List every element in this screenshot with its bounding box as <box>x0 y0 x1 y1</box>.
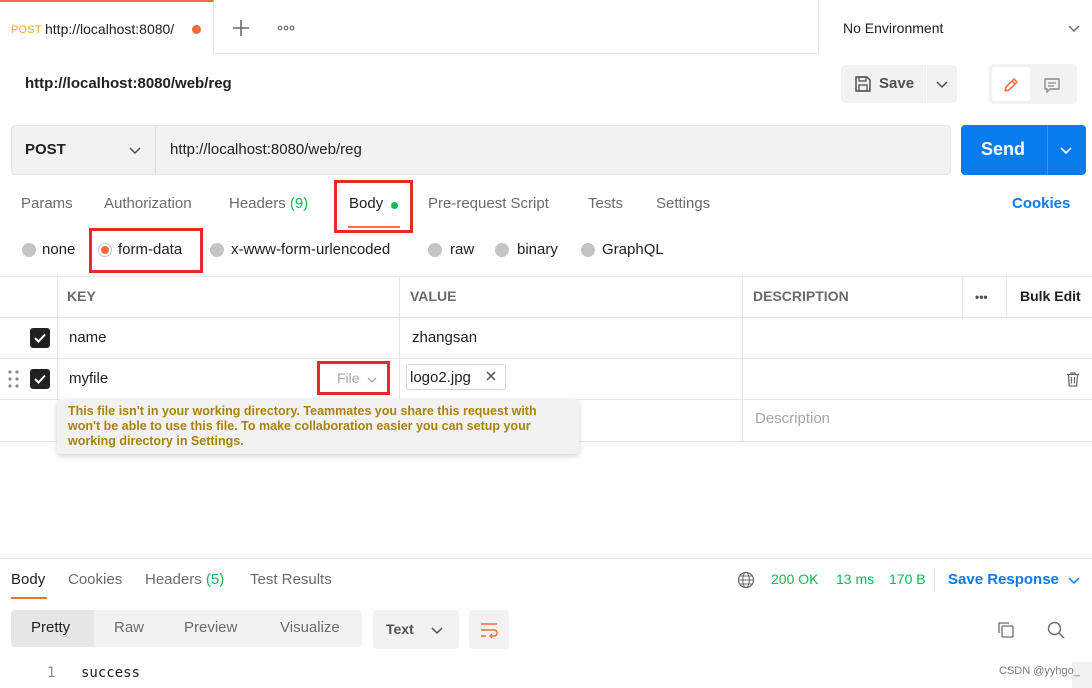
response-tab-test-results[interactable]: Test Results <box>250 571 332 588</box>
divider <box>962 277 963 317</box>
radio-urlencoded-label: x-www-form-urlencoded <box>231 241 391 258</box>
divider <box>57 318 58 399</box>
divider <box>57 277 58 317</box>
tab-method-label: POST <box>11 24 42 36</box>
line-number: 1 <box>47 665 56 681</box>
radio-raw-label: raw <box>450 241 475 258</box>
drag-handle-icon[interactable] <box>7 369 21 389</box>
table-more-options[interactable]: ••• <box>975 290 988 304</box>
chevron-down-icon <box>430 623 444 637</box>
request-title[interactable]: http://localhost:8080/web/reg <box>25 75 232 92</box>
method-select[interactable]: POST <box>25 141 66 158</box>
divider <box>1006 277 1007 317</box>
chevron-down-icon <box>1067 573 1081 587</box>
comment-icon[interactable] <box>1042 75 1062 95</box>
tab-url-label: http://localhost:8080/ <box>45 21 175 37</box>
environment-label: No Environment <box>843 20 944 36</box>
plus-icon[interactable] <box>226 14 256 42</box>
tab-pre-request-script[interactable]: Pre-request Script <box>428 195 549 212</box>
save-response-button[interactable]: Save Response <box>948 571 1059 588</box>
trash-icon[interactable] <box>1064 370 1082 388</box>
response-tab-cookies[interactable]: Cookies <box>68 571 122 588</box>
row-key[interactable]: myfile <box>69 370 108 387</box>
active-tab-underline <box>11 597 47 599</box>
radio-binary[interactable] <box>495 243 509 257</box>
save-button-label: Save <box>879 75 915 92</box>
search-icon[interactable] <box>1046 620 1066 640</box>
response-tab-headers-label: Headers <box>145 571 202 588</box>
radio-raw[interactable] <box>428 243 442 257</box>
tab-tests[interactable]: Tests <box>588 195 623 212</box>
radio-graphql[interactable] <box>581 243 595 257</box>
divider <box>742 277 743 442</box>
tab-params[interactable]: Params <box>21 195 73 212</box>
radio-none-label: none <box>42 241 76 258</box>
status-code[interactable]: 200 OK <box>771 571 818 587</box>
description-input[interactable]: Description <box>755 410 830 427</box>
unsaved-dot-icon <box>192 25 201 34</box>
response-body-text[interactable]: success <box>81 665 140 681</box>
chevron-down-icon <box>127 142 143 158</box>
url-input[interactable]: http://localhost:8080/web/reg <box>170 141 362 158</box>
bulk-edit-button[interactable]: Bulk Edit <box>1020 288 1081 304</box>
chevron-down-icon <box>1066 20 1082 36</box>
divider <box>155 126 156 174</box>
chevron-down-icon <box>1058 142 1074 158</box>
radio-none[interactable] <box>22 243 36 257</box>
divider <box>0 358 1092 359</box>
tooltip-text: This file isn't in your working director… <box>68 404 537 448</box>
response-tab-headers[interactable]: Headers (5) <box>145 571 224 588</box>
view-preview-button[interactable]: Preview <box>184 619 237 636</box>
row-value[interactable]: zhangsan <box>412 329 477 346</box>
file-chip-label: logo2.jpg <box>410 369 471 386</box>
radio-binary-label: binary <box>517 241 558 258</box>
radio-urlencoded[interactable] <box>210 243 224 257</box>
watermark: CSDN @yyhgo_ <box>999 665 1080 677</box>
send-button-label: Send <box>981 139 1026 159</box>
divider <box>399 277 400 400</box>
cookies-link[interactable]: Cookies <box>1012 195 1070 212</box>
format-select-label: Text <box>386 621 414 637</box>
tab-headers-label: Headers <box>229 195 286 212</box>
divider <box>0 317 1092 318</box>
radio-graphql-label: GraphQL <box>602 241 664 258</box>
headers-count: (9) <box>289 195 309 212</box>
close-icon[interactable] <box>484 369 498 383</box>
response-size[interactable]: 170 B <box>889 571 926 587</box>
response-tab-body[interactable]: Body <box>11 571 45 588</box>
file-warning-tooltip: This file isn't in your working director… <box>57 399 579 454</box>
tab-authorization[interactable]: Authorization <box>104 195 192 212</box>
globe-icon[interactable] <box>737 571 755 589</box>
floppy-disk-icon <box>853 74 873 94</box>
wrap-lines-icon <box>479 620 499 640</box>
ellipsis-icon[interactable] <box>272 14 302 42</box>
divider <box>934 569 935 591</box>
highlight-box <box>89 228 203 273</box>
column-header-description: DESCRIPTION <box>753 288 849 304</box>
url-bar <box>11 125 951 175</box>
view-raw-button[interactable]: Raw <box>114 619 144 636</box>
highlight-box <box>317 361 390 395</box>
divider <box>0 558 1092 559</box>
chevron-down-icon <box>934 76 950 92</box>
row-checkbox[interactable] <box>30 328 50 348</box>
tab-headers[interactable]: Headers (9) <box>229 195 308 212</box>
view-visualize-button[interactable]: Visualize <box>280 619 340 636</box>
response-time[interactable]: 13 ms <box>836 571 874 587</box>
pencil-icon <box>1001 75 1021 95</box>
response-headers-count: (5) <box>205 571 225 588</box>
row-checkbox[interactable] <box>30 369 50 389</box>
row-key[interactable]: name <box>69 329 107 346</box>
tab-settings[interactable]: Settings <box>656 195 710 212</box>
highlight-box <box>334 180 413 233</box>
column-header-value: VALUE <box>410 288 457 304</box>
column-header-key: KEY <box>67 288 96 304</box>
copy-icon[interactable] <box>996 620 1016 640</box>
view-pretty-label: Pretty <box>31 619 71 636</box>
